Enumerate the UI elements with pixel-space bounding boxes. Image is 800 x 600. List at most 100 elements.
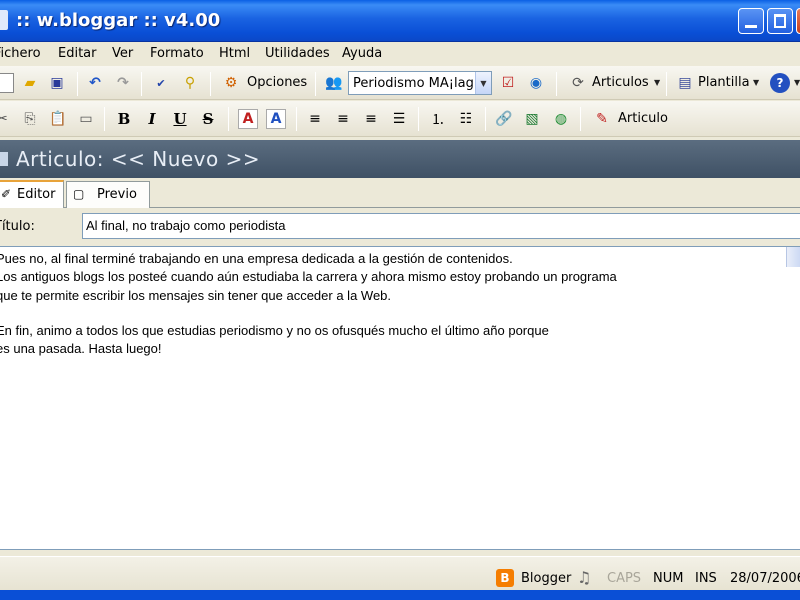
- music-icon: ♫: [577, 568, 592, 587]
- image-icon[interactable]: ▧: [522, 109, 542, 129]
- chevron-down-icon[interactable]: ▼: [794, 78, 800, 87]
- toolbar-separator: [141, 72, 142, 96]
- blogger-icon: B: [496, 569, 514, 587]
- highlight-color-icon[interactable]: A: [266, 109, 286, 129]
- format-toolbar: ✂ ⎘ 📋 ▭ B I U S A A ≡ ≡ ≡ ☰ ⒈ ☷ 🔗 ▧ ◍ ✎ …: [0, 101, 800, 137]
- editor-tabs: ✐ Editor ▢ Previo: [0, 178, 800, 209]
- body-line: En fin, animo a todos los que estudias p…: [0, 323, 549, 338]
- template-icon[interactable]: ▤: [675, 73, 695, 93]
- toolbar-separator: [556, 72, 557, 96]
- template-button[interactable]: Plantilla: [698, 75, 750, 90]
- chevron-down-icon[interactable]: ▼: [654, 78, 660, 87]
- menu-html[interactable]: Html: [219, 46, 250, 61]
- underline-button[interactable]: U: [170, 109, 190, 129]
- web-icon[interactable]: ◍: [551, 109, 571, 129]
- redo-icon[interactable]: ↷: [113, 73, 133, 93]
- paste-icon[interactable]: 📋: [48, 109, 68, 129]
- toolbar-separator: [485, 107, 486, 131]
- comment-icon[interactable]: ▭: [76, 109, 96, 129]
- find-replace-icon[interactable]: ⚲: [180, 73, 200, 93]
- article-header-title: Articulo: << Nuevo >>: [16, 147, 261, 171]
- bullet-list-icon[interactable]: ☷: [456, 109, 476, 129]
- menu-editar[interactable]: Editar: [58, 46, 97, 61]
- document-icon: [0, 152, 8, 166]
- app-icon[interactable]: [0, 10, 8, 30]
- status-account: Blogger: [521, 571, 572, 586]
- maximize-icon: [774, 14, 786, 28]
- articles-button[interactable]: Articulos: [592, 75, 649, 90]
- status-caps: CAPS: [607, 571, 642, 586]
- blog-accounts-icon[interactable]: 👥: [324, 73, 344, 93]
- post-title-input[interactable]: Al final, no trabajo como periodista: [82, 213, 800, 239]
- help-icon[interactable]: ?: [770, 73, 790, 93]
- minimize-icon: [745, 14, 757, 28]
- bold-button[interactable]: B: [114, 109, 134, 129]
- open-folder-icon[interactable]: ▰: [20, 73, 40, 93]
- chevron-down-icon[interactable]: ▼: [753, 78, 759, 87]
- publish-article-icon[interactable]: ✎: [592, 109, 612, 129]
- articles-icon[interactable]: ⟳: [568, 73, 588, 93]
- options-icon[interactable]: ⚙: [221, 73, 241, 93]
- status-num: NUM: [653, 571, 684, 586]
- tab-preview[interactable]: ▢ Previo: [66, 181, 150, 208]
- menu-formato[interactable]: Formato: [150, 46, 204, 61]
- status-ins: INS: [695, 571, 717, 586]
- toolbar-separator: [77, 72, 78, 96]
- body-line: que te permite escribir los mensajes sin…: [0, 288, 392, 303]
- checklist-icon[interactable]: ☑: [498, 73, 518, 93]
- tab-editor[interactable]: ✐ Editor: [0, 180, 64, 209]
- preview-icon: ▢: [73, 187, 85, 201]
- status-date: 28/07/2006: [730, 571, 800, 586]
- cut-icon[interactable]: ✂: [0, 109, 12, 129]
- toolbar-separator: [104, 107, 105, 131]
- toolbar-separator: [580, 107, 581, 131]
- scrollbar[interactable]: [786, 247, 800, 267]
- body-line: es una pasada. Hasta luego!: [0, 341, 162, 356]
- blog-select-value: Periodismo MÃ¡laga: [353, 76, 473, 91]
- toolbar-separator: [296, 107, 297, 131]
- toolbar-separator: [228, 107, 229, 131]
- align-center-icon[interactable]: ≡: [333, 109, 353, 129]
- strikethrough-button[interactable]: S: [198, 109, 218, 129]
- undo-icon[interactable]: ↶: [85, 73, 105, 93]
- post-body-editor[interactable]: Pues no, al final terminé trabajando en …: [0, 246, 800, 550]
- minimize-button[interactable]: [738, 8, 764, 34]
- blog-select[interactable]: Periodismo MÃ¡laga ▼: [348, 71, 492, 95]
- numbered-list-icon[interactable]: ⒈: [428, 109, 448, 129]
- link-icon[interactable]: 🔗: [494, 109, 514, 129]
- window-title: :: w.bloggar :: v4.00: [16, 10, 221, 31]
- spellcheck-icon[interactable]: ✔: [151, 73, 171, 93]
- italic-button[interactable]: I: [142, 109, 162, 129]
- menu-ver[interactable]: Ver: [112, 46, 133, 61]
- tab-preview-label: Previo: [97, 187, 137, 202]
- toolbar-separator: [210, 72, 211, 96]
- close-button[interactable]: [796, 8, 800, 34]
- main-toolbar: ▰ ▣ ↶ ↷ ✔ ⚲ ⚙ Opciones 👥 Periodismo MÃ¡l…: [0, 66, 800, 100]
- copy-icon[interactable]: ⎘: [20, 109, 40, 129]
- post-title-label: Título:: [0, 219, 35, 234]
- pencil-icon: ✐: [1, 187, 12, 201]
- title-bar[interactable]: :: w.bloggar :: v4.00: [0, 0, 800, 42]
- toolbar-separator: [418, 107, 419, 131]
- chevron-down-icon[interactable]: ▼: [475, 72, 491, 94]
- toolbar-separator: [315, 72, 316, 96]
- align-left-icon[interactable]: ≡: [305, 109, 325, 129]
- toolbar-separator: [666, 72, 667, 96]
- menu-ayuda[interactable]: Ayuda: [342, 46, 382, 61]
- save-icon[interactable]: ▣: [47, 73, 67, 93]
- publish-article-button[interactable]: Articulo: [618, 111, 668, 126]
- new-document-icon[interactable]: [0, 73, 14, 93]
- body-line: Pues no, al final terminé trabajando en …: [0, 251, 513, 266]
- globe-icon[interactable]: ◉: [526, 73, 546, 93]
- body-line: Los antiguos blogs los posteé cuando aún…: [0, 269, 617, 284]
- options-button[interactable]: Opciones: [247, 75, 307, 90]
- font-color-icon[interactable]: A: [238, 109, 258, 129]
- maximize-button[interactable]: [767, 8, 793, 34]
- align-right-icon[interactable]: ≡: [361, 109, 381, 129]
- window-bottom-border: [0, 590, 800, 600]
- menu-bar: Fichero Editar Ver Formato Html Utilidad…: [0, 42, 800, 66]
- menu-fichero[interactable]: Fichero: [0, 46, 41, 61]
- align-justify-icon[interactable]: ☰: [389, 109, 409, 129]
- article-header: Articulo: << Nuevo >>: [0, 140, 800, 178]
- menu-utilidades[interactable]: Utilidades: [265, 46, 330, 61]
